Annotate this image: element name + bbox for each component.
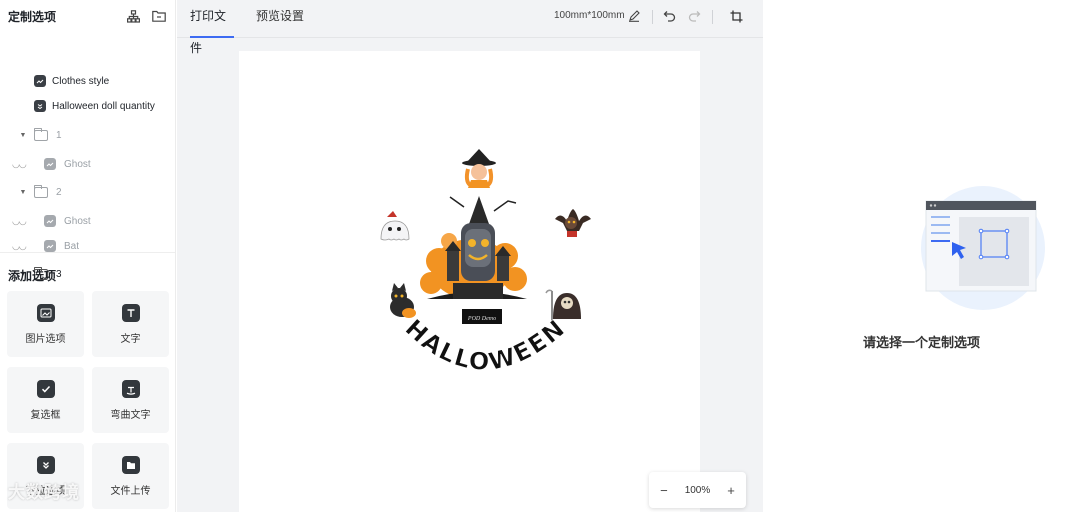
- image-option-icon: [44, 215, 56, 227]
- ghost-image: [380, 211, 410, 241]
- properties-panel: 请选择一个定制选项: [763, 0, 1080, 512]
- add-curved-text-option-button[interactable]: 弯曲文字: [92, 367, 169, 433]
- tab-preview-settings[interactable]: 预览设置: [256, 0, 304, 38]
- witch-doll-image: [462, 149, 496, 188]
- print-canvas[interactable]: POD Demo HALLOWEEN: [239, 51, 700, 512]
- hierarchy-icon[interactable]: [125, 8, 141, 24]
- tab-print-file[interactable]: 打印文件: [190, 0, 234, 55]
- zoom-out-button[interactable]: −: [655, 483, 673, 498]
- tile-label: 文件上传: [110, 485, 151, 497]
- tree-item-bat[interactable]: ◡◡ Bat: [12, 235, 79, 257]
- new-folder-icon[interactable]: [151, 8, 167, 24]
- tree-item-label: Ghost: [64, 158, 91, 170]
- add-image-option-button[interactable]: 图片选项: [7, 291, 84, 357]
- curved-text-icon: [121, 379, 140, 398]
- text-icon: [121, 303, 140, 322]
- tree-item-label: Halloween doll quantity: [52, 100, 155, 112]
- add-file-upload-option-button[interactable]: 文件上传: [92, 443, 169, 509]
- tree-folder-label: 3: [56, 268, 62, 280]
- editor-toolbar: 打印文件 预览设置 100mm*100mm: [177, 0, 763, 55]
- checkbox-icon: [36, 379, 55, 398]
- pod-demo-badge: POD Demo: [462, 309, 502, 324]
- empty-state-text: 请选择一个定制选项: [862, 335, 980, 350]
- toolbar-separator: [652, 10, 653, 24]
- panel-header: 定制选项: [0, 0, 175, 32]
- zoom-level: 100%: [684, 484, 711, 496]
- hidden-eye-icon[interactable]: ◡◡: [12, 159, 27, 170]
- customization-panel: 定制选项 Clothes style Halloween doll quanti…: [0, 0, 176, 512]
- tree-item-label: Bat: [64, 240, 80, 252]
- toolbar-separator: [712, 10, 713, 24]
- folder-icon: [34, 184, 48, 198]
- folder-icon: [34, 127, 48, 141]
- tree-folder-label: 1: [56, 129, 62, 141]
- halloween-design: POD Demo HALLOWEEN: [380, 149, 591, 376]
- tile-label: 弯曲文字: [110, 409, 151, 421]
- dropdown-icon: [36, 455, 55, 474]
- dropdown-option-icon: [34, 100, 46, 112]
- tile-label: 复选框: [30, 409, 61, 421]
- tree-folder-label: 2: [56, 186, 62, 198]
- hidden-eye-icon[interactable]: ◡◡: [12, 241, 27, 252]
- file-upload-icon: [121, 455, 140, 474]
- tree-item-halloween-doll-quantity[interactable]: Halloween doll quantity: [34, 95, 155, 117]
- tree-folder-1[interactable]: ▼ 1: [18, 124, 62, 146]
- tree-item-label: Ghost: [64, 215, 91, 227]
- bat-image: [555, 209, 591, 237]
- zoom-control: − 100% +: [649, 472, 746, 508]
- image-option-icon: [44, 240, 56, 252]
- add-options-title: 添加选项: [8, 269, 57, 283]
- undo-icon[interactable]: [661, 8, 677, 24]
- watermark: 大数跨境: [8, 483, 80, 502]
- tile-label: 文字: [120, 333, 141, 345]
- tree-folder-2[interactable]: ▼ 2: [18, 181, 62, 203]
- add-text-option-button[interactable]: 文字: [92, 291, 169, 357]
- add-checkbox-option-button[interactable]: 复选框: [7, 367, 84, 433]
- zoom-in-button[interactable]: +: [722, 483, 740, 498]
- tree-item-clothes-style[interactable]: Clothes style: [34, 70, 109, 92]
- image-icon: [36, 303, 55, 322]
- crop-icon[interactable]: [728, 8, 744, 24]
- badge-text: POD Demo: [467, 316, 496, 322]
- tree-item-ghost-1[interactable]: ◡◡ Ghost: [12, 153, 91, 175]
- tile-label: 图片选项: [25, 333, 66, 345]
- expand-arrow-icon[interactable]: ▼: [18, 189, 28, 196]
- option-tree: Clothes style Halloween doll quantity ▼ …: [0, 32, 175, 280]
- empty-state-illustration: [921, 186, 1045, 310]
- edit-pencil-icon[interactable]: [626, 8, 642, 24]
- image-option-icon: [34, 75, 46, 87]
- hidden-eye-icon[interactable]: ◡◡: [12, 216, 27, 227]
- canvas-size-label: 100mm*100mm: [554, 10, 625, 21]
- black-cat-image: [390, 283, 416, 318]
- panel-title: 定制选项: [8, 9, 57, 24]
- expand-arrow-icon[interactable]: ▼: [18, 132, 28, 139]
- tree-item-label: Clothes style: [52, 75, 110, 87]
- panel-divider: [0, 252, 175, 253]
- tree-item-ghost-2[interactable]: ◡◡ Ghost: [12, 210, 91, 232]
- redo-icon[interactable]: [686, 8, 702, 24]
- design-area: 打印文件 预览设置 100mm*100mm POD Demo HALLOWEEN…: [177, 0, 763, 512]
- image-option-icon: [44, 158, 56, 170]
